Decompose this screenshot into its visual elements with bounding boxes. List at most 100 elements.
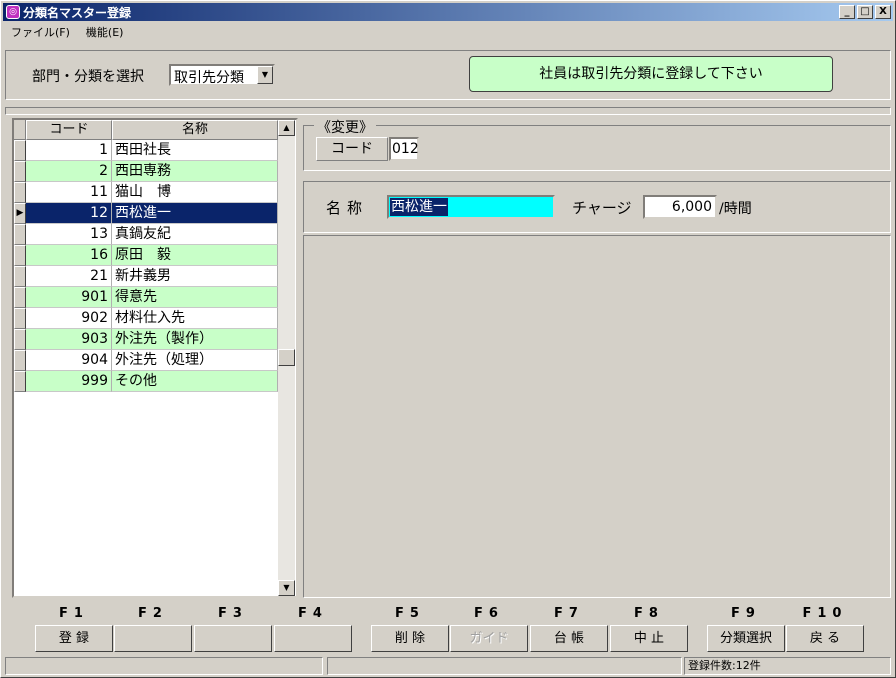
row-selector[interactable] bbox=[14, 224, 26, 245]
fkey-label-f6: F6 bbox=[474, 606, 504, 621]
row-selector[interactable] bbox=[14, 266, 26, 287]
row-selector[interactable] bbox=[14, 371, 26, 392]
cell-name[interactable]: 原田 毅 bbox=[112, 245, 278, 266]
cell-name[interactable]: 猫山 博 bbox=[112, 182, 278, 203]
row-pointer-icon[interactable]: ▶ bbox=[14, 203, 26, 224]
divider bbox=[5, 107, 891, 115]
notice-message: 社員は取引先分類に登録して下さい bbox=[469, 56, 833, 92]
change-group: 《変更》 コード 012 bbox=[303, 117, 891, 171]
fkey-label-f2: F2 bbox=[138, 606, 168, 621]
status-panel-1 bbox=[5, 657, 323, 675]
fkey-label-f7: F7 bbox=[554, 606, 584, 621]
grid-header: コード 名称 bbox=[14, 120, 278, 140]
detail-empty-area bbox=[303, 235, 891, 598]
table-row[interactable]: 2 西田専務 bbox=[14, 161, 278, 182]
cell-code[interactable]: 902 bbox=[26, 308, 112, 329]
f7-ledger-button[interactable]: 台 帳 bbox=[530, 625, 608, 652]
table-row[interactable]: 903 外注先（製作） bbox=[14, 329, 278, 350]
charge-unit: /時間 bbox=[719, 201, 752, 217]
cell-name[interactable]: 新井義男 bbox=[112, 266, 278, 287]
f3-button[interactable] bbox=[194, 625, 272, 652]
f2-button[interactable] bbox=[114, 625, 192, 652]
f1-register-button[interactable]: 登 録 bbox=[35, 625, 113, 652]
cell-code[interactable]: 904 bbox=[26, 350, 112, 371]
cell-code[interactable]: 16 bbox=[26, 245, 112, 266]
app-icon: ◎ bbox=[6, 5, 20, 19]
f6-guide-button[interactable]: ガイド bbox=[450, 625, 528, 652]
cell-code[interactable]: 12 bbox=[26, 203, 112, 224]
charge-field[interactable]: 6,000 bbox=[643, 195, 717, 219]
cell-name[interactable]: 得意先 bbox=[112, 287, 278, 308]
name-field-value: 西松進一 bbox=[390, 198, 448, 216]
selector-panel: 部門・分類を選択 取引先分類 ▼ 社員は取引先分類に登録して下さい bbox=[5, 50, 891, 100]
scroll-up-icon[interactable]: ▲ bbox=[278, 120, 295, 136]
name-field[interactable]: 西松進一 bbox=[387, 195, 555, 219]
status-panel-2 bbox=[327, 657, 682, 675]
table-row[interactable]: 11 猫山 博 bbox=[14, 182, 278, 203]
fkey-label-f4: F4 bbox=[298, 606, 328, 621]
category-select[interactable]: 取引先分類 ▼ bbox=[169, 64, 275, 86]
menu-function[interactable]: 機能(E) bbox=[78, 22, 132, 40]
row-selector[interactable] bbox=[14, 245, 26, 266]
cell-code[interactable]: 2 bbox=[26, 161, 112, 182]
table-row[interactable]: 904 外注先（処理） bbox=[14, 350, 278, 371]
cell-name[interactable]: 真鍋友紀 bbox=[112, 224, 278, 245]
charge-label: チャージ bbox=[572, 199, 632, 217]
row-selector[interactable] bbox=[14, 140, 26, 161]
row-selector[interactable] bbox=[14, 161, 26, 182]
minimize-icon[interactable]: _ bbox=[839, 5, 855, 19]
f9-category-select-button[interactable]: 分類選択 bbox=[707, 625, 785, 652]
cell-code[interactable]: 903 bbox=[26, 329, 112, 350]
table-row[interactable]: 901 得意先 bbox=[14, 287, 278, 308]
f8-cancel-button[interactable]: 中 止 bbox=[610, 625, 688, 652]
fkey-label-f10: F10 bbox=[802, 606, 848, 621]
cell-name[interactable]: 西田専務 bbox=[112, 161, 278, 182]
table-row[interactable]: 1 西田社長 bbox=[14, 140, 278, 161]
table-row[interactable]: 999 その他 bbox=[14, 371, 278, 392]
column-header-code[interactable]: コード bbox=[26, 120, 112, 140]
cell-name[interactable]: 外注先（製作） bbox=[112, 329, 278, 350]
fkey-label-f8: F8 bbox=[634, 606, 664, 621]
chevron-down-icon[interactable]: ▼ bbox=[257, 66, 273, 84]
menu-bar: ファイル(F) 機能(E) bbox=[3, 22, 131, 40]
cell-name[interactable]: 材料仕入先 bbox=[112, 308, 278, 329]
cell-name[interactable]: 西田社長 bbox=[112, 140, 278, 161]
code-field[interactable]: 012 bbox=[389, 137, 419, 161]
cell-code[interactable]: 901 bbox=[26, 287, 112, 308]
cell-code[interactable]: 13 bbox=[26, 224, 112, 245]
scroll-thumb[interactable] bbox=[278, 349, 295, 366]
maximize-icon[interactable]: □ bbox=[857, 5, 873, 19]
change-group-title: 《変更》 bbox=[314, 117, 376, 137]
title-bar[interactable]: ◎ 分類名マスター登録 _ □ X bbox=[3, 3, 893, 21]
table-row[interactable]: 21 新井義男 bbox=[14, 266, 278, 287]
f4-button[interactable] bbox=[274, 625, 352, 652]
record-count: 登録件数:12件 bbox=[684, 657, 891, 675]
cell-name[interactable]: 外注先（処理） bbox=[112, 350, 278, 371]
cell-code[interactable]: 11 bbox=[26, 182, 112, 203]
row-selector[interactable] bbox=[14, 329, 26, 350]
fkey-label-f1: F1 bbox=[59, 606, 89, 621]
menu-file[interactable]: ファイル(F) bbox=[3, 22, 78, 40]
f10-back-button[interactable]: 戻 る bbox=[786, 625, 864, 652]
row-selector[interactable] bbox=[14, 350, 26, 371]
cell-name[interactable]: 西松進一 bbox=[112, 203, 278, 224]
cell-code[interactable]: 1 bbox=[26, 140, 112, 161]
table-row[interactable]: 13 真鍋友紀 bbox=[14, 224, 278, 245]
column-header-name[interactable]: 名称 bbox=[112, 120, 278, 140]
close-icon[interactable]: X bbox=[875, 5, 891, 19]
table-row[interactable]: ▶ 12 西松進一 bbox=[14, 203, 278, 224]
f5-delete-button[interactable]: 削 除 bbox=[371, 625, 449, 652]
code-label: コード bbox=[316, 137, 388, 161]
row-selector[interactable] bbox=[14, 182, 26, 203]
table-row[interactable]: 902 材料仕入先 bbox=[14, 308, 278, 329]
cell-code[interactable]: 999 bbox=[26, 371, 112, 392]
row-selector[interactable] bbox=[14, 308, 26, 329]
cell-name[interactable]: その他 bbox=[112, 371, 278, 392]
table-row[interactable]: 16 原田 毅 bbox=[14, 245, 278, 266]
grid-scrollbar[interactable]: ▲ ▼ bbox=[278, 120, 295, 596]
cell-code[interactable]: 21 bbox=[26, 266, 112, 287]
row-selector[interactable] bbox=[14, 287, 26, 308]
scroll-down-icon[interactable]: ▼ bbox=[278, 580, 295, 596]
grid-rows: 1 西田社長 2 西田専務 11 猫山 博 ▶ 12 西松進一 13 真鍋友紀 16 原田 毅 21 新井義… bbox=[14, 140, 278, 392]
category-grid[interactable]: コード 名称 1 西田社長 2 西田専務 11 猫山 博 ▶ 12 西松進一 13 真鍋友紀 16 原田… bbox=[12, 118, 298, 598]
